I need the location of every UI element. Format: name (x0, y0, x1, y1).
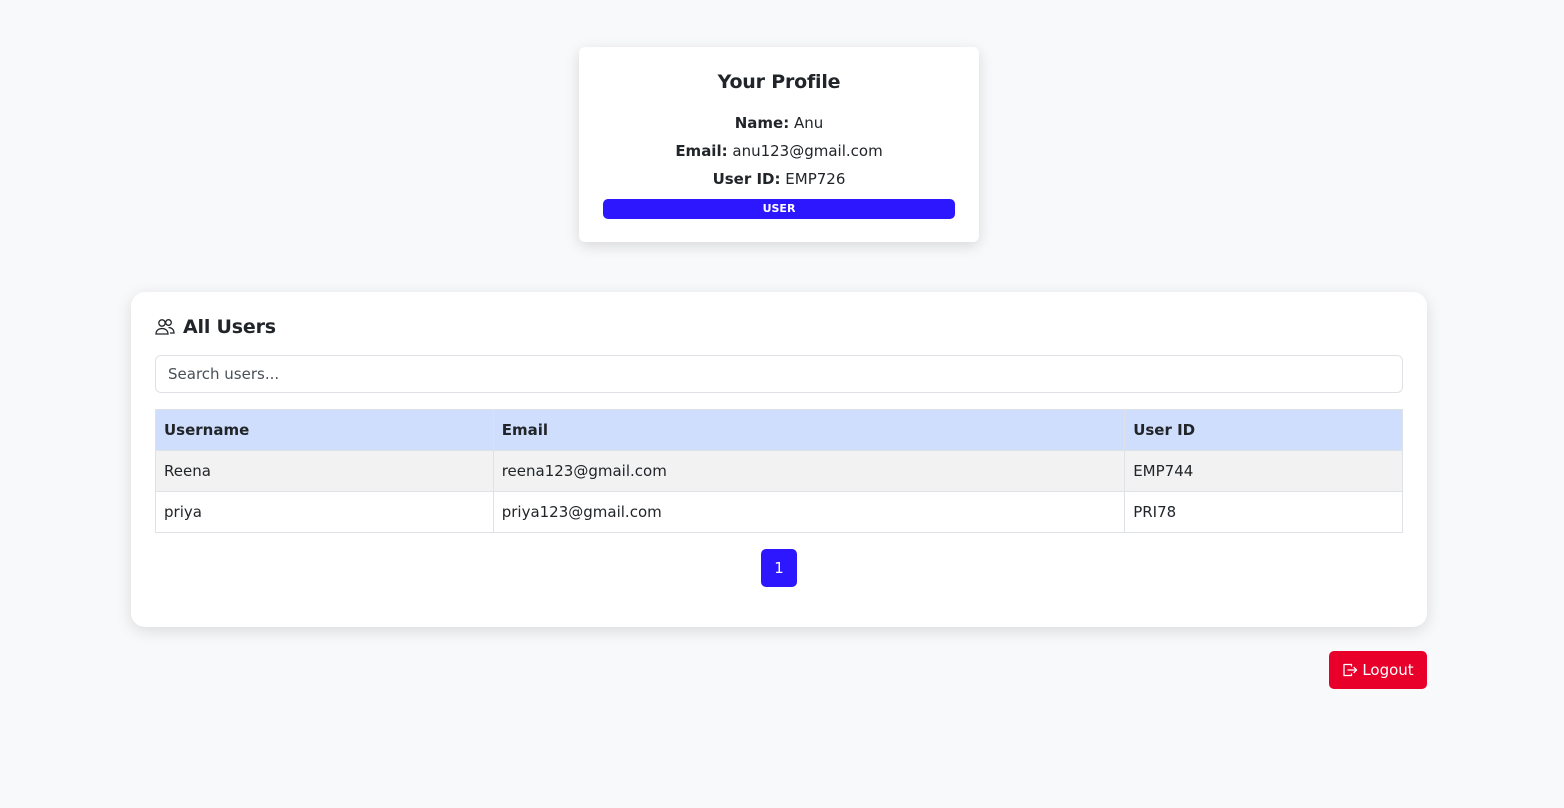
cell-email: reena123@gmail.com (492, 450, 1126, 492)
cell-email: priya123@gmail.com (492, 491, 1126, 533)
profile-name-label: Name: (734, 114, 790, 132)
profile-userid: User ID: EMP726 (579, 169, 979, 189)
users-card: All Users Username Email User ID Reena r… (131, 292, 1427, 627)
cell-username: priya (155, 491, 494, 533)
profile-email-value: anu123@gmail.com (732, 142, 883, 160)
logout-label: Logout (1362, 661, 1414, 679)
search-input[interactable] (155, 355, 1403, 393)
profile-email-label: Email: (675, 142, 728, 160)
users-table: Username Email User ID Reena reena123@gm… (155, 409, 1403, 533)
profile-name-value: Anu (793, 114, 824, 132)
column-header-userid: User ID (1124, 409, 1403, 451)
profile-name: Name: Anu (579, 113, 979, 133)
table-row: Reena reena123@gmail.com EMP744 (155, 450, 1403, 492)
profile-card: Your Profile Name: Anu Email: anu123@gma… (579, 47, 979, 242)
profile-title: Your Profile (717, 71, 841, 93)
column-header-email: Email (492, 409, 1126, 451)
cell-userid: PRI78 (1124, 491, 1403, 533)
cell-username: Reena (155, 450, 494, 492)
profile-userid-label: User ID: (712, 170, 781, 188)
column-header-username: Username (155, 409, 494, 451)
profile-userid-value: EMP726 (785, 170, 846, 188)
role-badge: USER (603, 199, 955, 219)
logout-button[interactable]: Logout (1329, 651, 1427, 689)
cell-userid: EMP744 (1124, 450, 1403, 492)
table-header-row: Username Email User ID (155, 409, 1403, 451)
page-1-button[interactable]: 1 (761, 549, 797, 587)
users-title: All Users (183, 316, 276, 338)
users-header: All Users (155, 314, 276, 340)
table-row: priya priya123@gmail.com PRI78 (155, 491, 1403, 533)
users-icon (155, 318, 175, 336)
logout-icon (1342, 662, 1358, 678)
profile-email: Email: anu123@gmail.com (579, 141, 979, 161)
